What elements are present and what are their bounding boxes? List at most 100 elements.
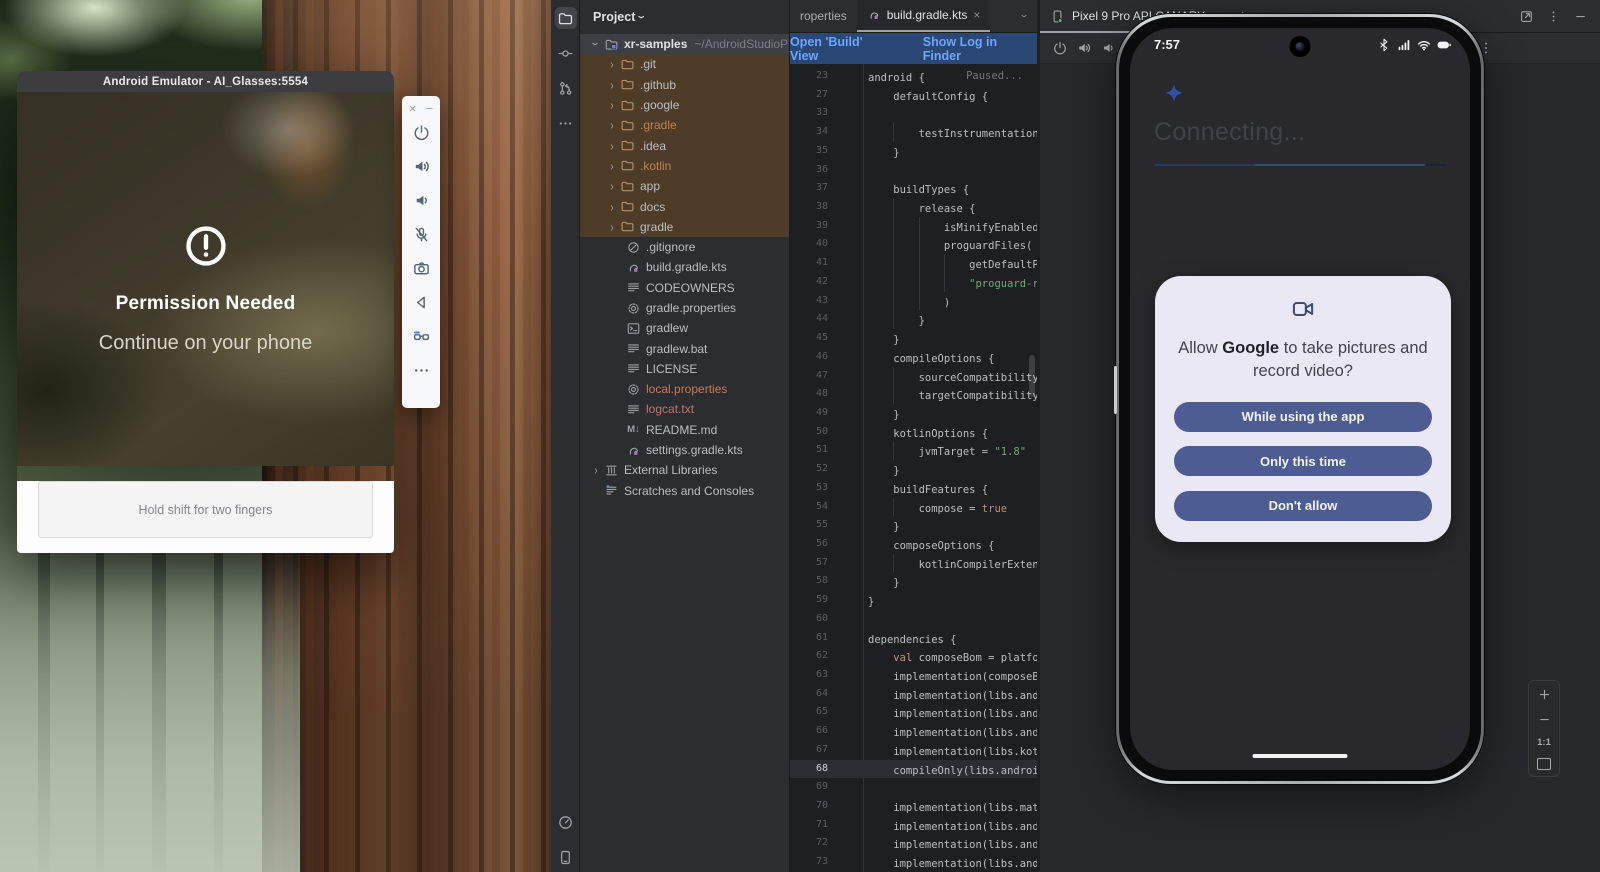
code-line-69: 69 xyxy=(790,778,1037,797)
volume-up-icon[interactable] xyxy=(411,156,431,176)
chevron-right-icon[interactable]: › xyxy=(604,118,620,132)
open-window-icon[interactable] xyxy=(1519,9,1534,24)
emulator-toolbar xyxy=(402,96,440,408)
wifi-icon[interactable] xyxy=(1415,36,1432,53)
chevron-right-icon[interactable]: › xyxy=(604,139,620,153)
tree-item-codeowners[interactable]: CODEOWNERS xyxy=(580,278,789,298)
chevron-right-icon[interactable]: › xyxy=(604,200,620,214)
permission-button-while-using-the-app[interactable]: While using the app xyxy=(1174,402,1432,432)
tree-item-gradle-properties[interactable]: gradle.properties xyxy=(580,298,789,318)
minimize-icon[interactable] xyxy=(424,102,436,114)
back-icon[interactable] xyxy=(411,292,431,312)
pull-requests-icon[interactable] xyxy=(555,77,577,99)
volume-up-icon[interactable] xyxy=(1072,36,1096,60)
emulator-window-title[interactable]: Android Emulator - AI_Glasses:5554 xyxy=(17,71,394,92)
emulator-screen[interactable]: Permission Needed Continue on your phone xyxy=(17,92,394,466)
chevron-right-icon[interactable]: › xyxy=(604,57,620,71)
gitignore-icon xyxy=(626,240,641,255)
zoom-fit-icon[interactable] xyxy=(1537,758,1551,770)
close-icon[interactable] xyxy=(407,102,419,114)
phone-screen[interactable]: 7:57 Connecting... Allow Google to take … xyxy=(1130,28,1470,770)
tree-item-external-libraries[interactable]: ›External Libraries xyxy=(580,460,789,480)
code-line-56: 56 composeOptions { xyxy=(790,535,1037,554)
profiler-icon[interactable] xyxy=(555,811,577,833)
running-devices-icon[interactable] xyxy=(555,846,577,868)
tree-item--gitignore[interactable]: .gitignore xyxy=(580,237,789,257)
chevron-right-icon[interactable]: › xyxy=(588,463,604,477)
chevron-right-icon[interactable]: › xyxy=(604,159,620,173)
battery-icon[interactable] xyxy=(1435,36,1452,53)
close-tab-icon[interactable]: × xyxy=(973,8,980,22)
code-line-49: 49 } xyxy=(790,404,1037,423)
two-finger-hint: Hold shift for two fingers xyxy=(38,481,373,538)
folder-icon xyxy=(620,138,635,153)
code-line-60: 60 xyxy=(790,610,1037,629)
power-icon[interactable] xyxy=(411,122,431,142)
bluetooth-icon[interactable] xyxy=(1375,36,1392,53)
tree-item-app[interactable]: ›app xyxy=(580,176,789,196)
status-bar-icons xyxy=(1375,36,1452,53)
chevron-right-icon[interactable]: › xyxy=(604,98,620,112)
zoom-out-icon[interactable] xyxy=(1537,712,1552,727)
tree-item--idea[interactable]: ›.idea xyxy=(580,135,789,155)
chevron-right-icon[interactable]: › xyxy=(604,220,620,234)
tree-item-local-properties[interactable]: local.properties xyxy=(580,379,789,399)
tree-item--kotlin[interactable]: ›.kotlin xyxy=(580,156,789,176)
show-log-link[interactable]: Show Log in Finder xyxy=(923,35,1037,63)
permission-button-don-t-allow[interactable]: Don't allow xyxy=(1174,491,1432,521)
code-editor[interactable]: 23android {Paused...27 defaultConfig {33… xyxy=(790,64,1037,872)
volume-down-icon[interactable] xyxy=(411,190,431,210)
signal-icon[interactable] xyxy=(1395,36,1412,53)
code-line-42: 42 "proguard-ru xyxy=(790,273,1037,292)
tab-build-gradle-kts[interactable]: build.gradle.kts × xyxy=(857,0,991,32)
chevron-right-icon[interactable]: › xyxy=(604,179,620,193)
editor-tab-bar: roperties build.gradle.kts × › xyxy=(790,0,1037,33)
tree-item-gradlew[interactable]: gradlew xyxy=(580,318,789,338)
code-line-33: 33 xyxy=(790,104,1037,123)
tree-item-docs[interactable]: ›docs xyxy=(580,196,789,216)
tree-item-readme-md[interactable]: M↓README.md xyxy=(580,420,789,440)
more-h-icon[interactable] xyxy=(555,112,577,134)
tree-item-xr-samples[interactable]: ›xr-samples~/AndroidStudioProje xyxy=(580,34,789,54)
code-line-51: 51 jvmTarget = "1.8" xyxy=(790,441,1037,460)
tree-item--github[interactable]: ›.github xyxy=(580,75,789,95)
tree-item-scratches-and-consoles[interactable]: Scratches and Consoles xyxy=(580,481,789,501)
code-line-66: 66 implementation(libs.andr xyxy=(790,722,1037,741)
mic-off-icon[interactable] xyxy=(411,224,431,244)
zoom-ratio-button[interactable]: 1:1 xyxy=(1537,737,1551,748)
power-icon[interactable] xyxy=(1048,36,1072,60)
front-camera-punch-hole xyxy=(1290,36,1311,57)
glasses-icon[interactable] xyxy=(411,326,431,346)
camera-icon[interactable] xyxy=(411,258,431,278)
commit-icon[interactable] xyxy=(555,42,577,64)
project-icon[interactable] xyxy=(555,7,577,29)
status-bar-time: 7:57 xyxy=(1154,37,1180,52)
tree-item-license[interactable]: LICENSE xyxy=(580,359,789,379)
code-line-55: 55 } xyxy=(790,516,1037,535)
zoom-in-icon[interactable] xyxy=(1537,687,1552,702)
videocam-icon xyxy=(1290,297,1316,321)
running-devices-panel: Pixel 9 Pro API CANARY × + 7:57 Connecti… xyxy=(1040,0,1600,872)
tree-item-gradlew-bat[interactable]: gradlew.bat xyxy=(580,338,789,358)
tree-item--google[interactable]: ›.google xyxy=(580,95,789,115)
open-build-view-link[interactable]: Open 'Build' View xyxy=(790,35,893,63)
kebab-icon[interactable] xyxy=(1546,9,1561,24)
editor-scrollbar[interactable] xyxy=(1029,355,1035,397)
tree-item-logcat-txt[interactable]: logcat.txt xyxy=(580,399,789,419)
chevron-right-icon[interactable]: › xyxy=(604,78,620,92)
hidden-tabs-dropdown[interactable]: › xyxy=(1023,0,1037,32)
more-h-icon[interactable] xyxy=(411,360,431,380)
tree-item-gradle[interactable]: ›gradle xyxy=(580,217,789,237)
code-line-27: 27 defaultConfig { xyxy=(790,86,1037,105)
tree-item-build-gradle-kts[interactable]: build.gradle.kts xyxy=(580,257,789,277)
connecting-progress-bar xyxy=(1154,164,1447,166)
code-line-73: 73 implementation(libs.andr xyxy=(790,853,1037,872)
minimize-icon[interactable] xyxy=(1573,9,1588,24)
tree-item--gradle[interactable]: ›.gradle xyxy=(580,115,789,135)
project-panel-title: Project xyxy=(593,10,635,24)
tree-item-settings-gradle-kts[interactable]: settings.gradle.kts xyxy=(580,440,789,460)
permission-button-only-this-time[interactable]: Only this time xyxy=(1174,446,1432,476)
project-panel-header[interactable]: Project › xyxy=(580,0,789,34)
tab-gradle-properties[interactable]: roperties xyxy=(790,0,857,32)
tree-item--git[interactable]: ›.git xyxy=(580,54,789,74)
